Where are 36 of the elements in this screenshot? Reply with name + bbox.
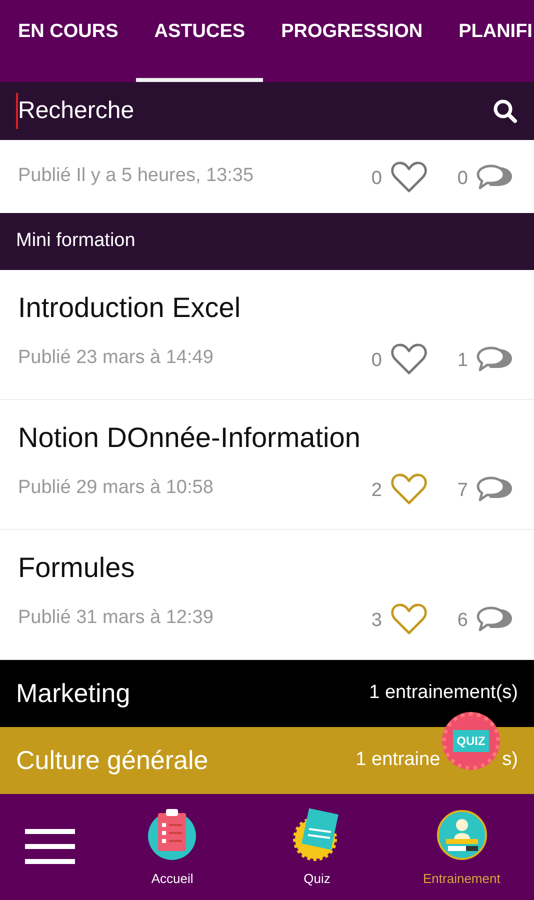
category-row[interactable]: Marketing 1 entrainement(s)	[0, 660, 534, 727]
nav-item[interactable]: Entrainement	[389, 794, 534, 900]
training-count: s)	[502, 748, 518, 772]
tab[interactable]: PROGRESSION	[263, 0, 441, 82]
publish-date: Publié 31 mars à 12:39	[18, 606, 214, 630]
heart-icon[interactable]	[390, 602, 428, 636]
tab[interactable]: PLANIFI	[440, 0, 534, 82]
heart-icon[interactable]	[390, 342, 428, 376]
comment-count: 1	[456, 349, 468, 373]
nav-item[interactable]: Quiz	[244, 794, 390, 900]
publish-date: Publié 23 mars à 14:49	[18, 346, 214, 370]
like-count: 2	[370, 479, 382, 503]
heart-icon[interactable]	[390, 472, 428, 506]
tab[interactable]: EN COURS	[0, 0, 136, 82]
training-count: 1 entrainement(s)	[369, 681, 518, 706]
training-count: 1 entraine	[356, 748, 440, 772]
post-title: Notion DOnnée-Information	[18, 424, 362, 452]
publish-date: Publié Il y a 5 heures, 13:35	[18, 164, 254, 188]
like-count: 0	[370, 349, 382, 373]
comment-count: 6	[456, 609, 468, 633]
like-count: 0	[370, 167, 382, 191]
comment-count: 0	[456, 167, 468, 191]
category-name: Marketing	[16, 677, 130, 710]
nav-item[interactable]: Accueil	[100, 794, 245, 900]
post-title: Formules	[18, 554, 136, 582]
publish-date: Publié 29 mars à 10:58	[18, 476, 214, 500]
menu-icon	[25, 829, 75, 865]
like-count: 3	[370, 609, 382, 633]
heart-icon[interactable]	[390, 160, 428, 194]
post-title: Introduction Excel	[18, 294, 242, 322]
search-field[interactable]: Recherche	[16, 93, 492, 129]
search-bar[interactable]: Recherche	[0, 82, 534, 140]
section-title: Mini formation	[16, 229, 136, 254]
search-icon[interactable]	[492, 98, 518, 124]
category-name: Culture générale	[16, 744, 208, 777]
comment-count: 7	[456, 479, 468, 503]
